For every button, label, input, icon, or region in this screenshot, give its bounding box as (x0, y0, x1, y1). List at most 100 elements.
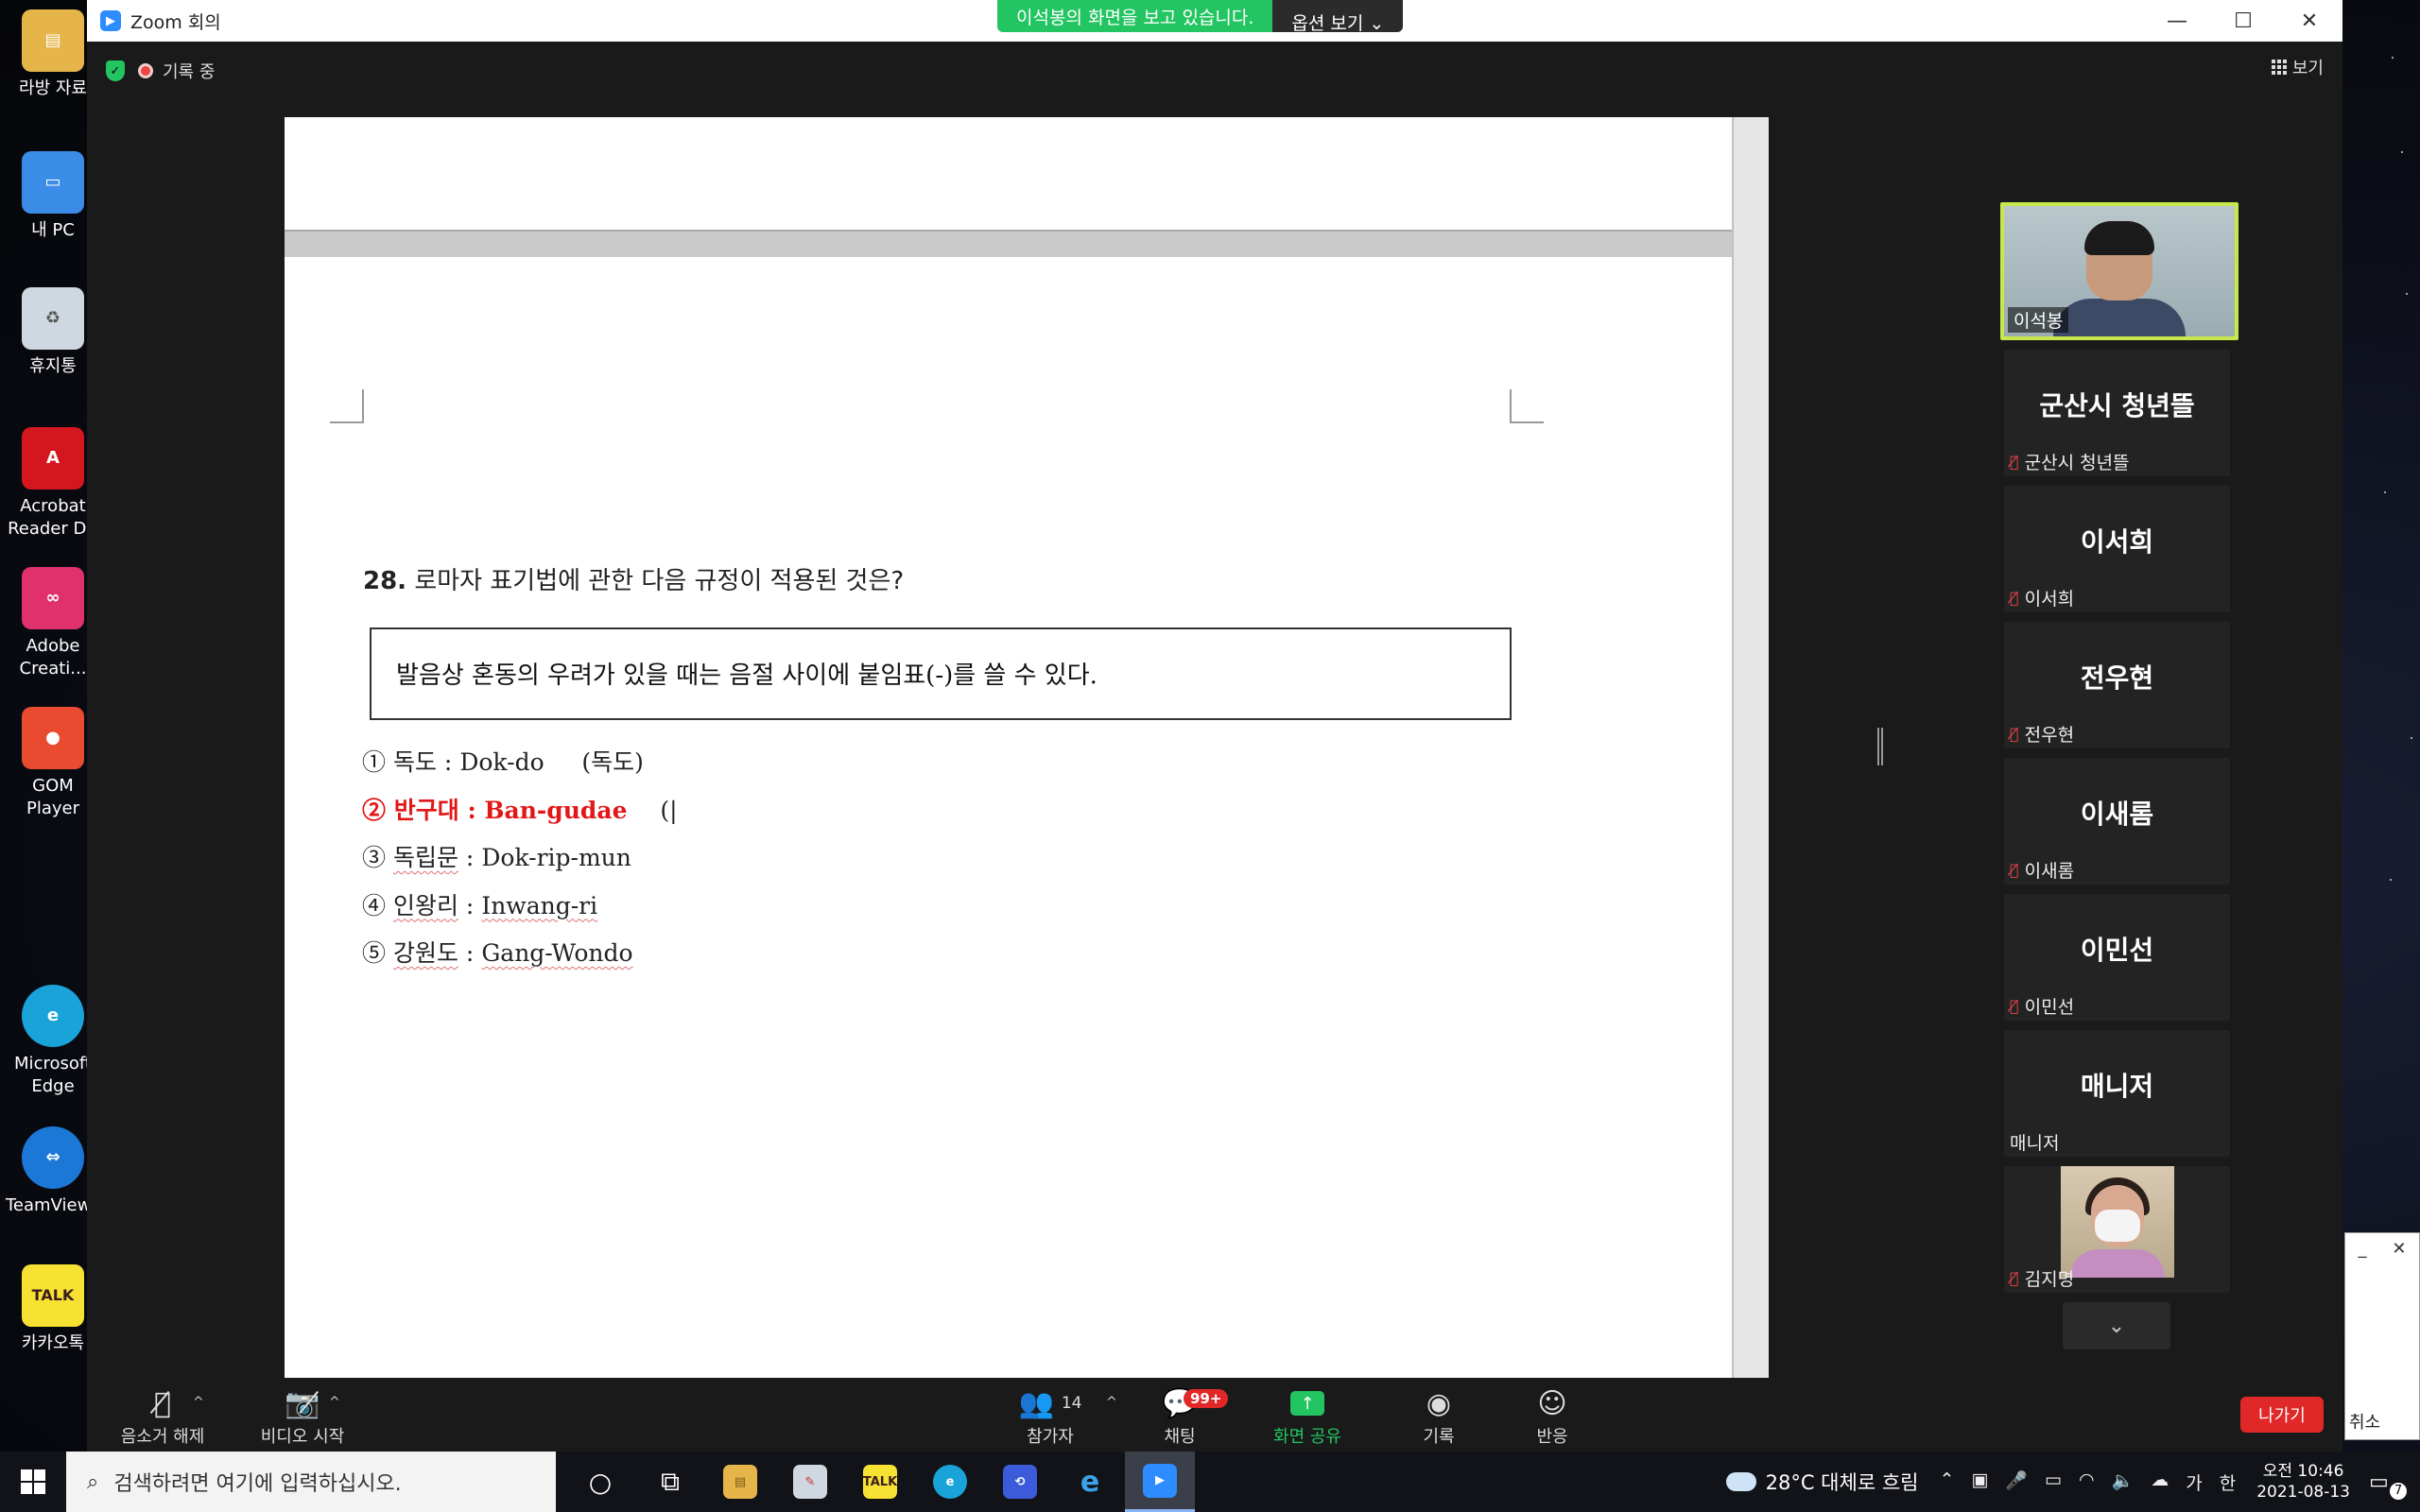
desktop-icon-edge[interactable]: e Microsoft Edge (6, 985, 100, 1098)
mic-muted-icon: 🎙̸ (2010, 453, 2019, 471)
desktop-icon-teamviewer[interactable]: ⇔ TeamViewer (6, 1126, 109, 1217)
zoom-logo-icon: ▶ (100, 10, 121, 31)
close-button[interactable]: ✕ (2276, 0, 2342, 42)
document-scrollbar[interactable] (1733, 117, 1769, 1378)
answer-option-2: ② 반구대 : Ban-gudae (| (362, 796, 678, 824)
video-options-caret[interactable]: ^ (329, 1395, 340, 1410)
security-shield-icon[interactable]: ✓ (106, 60, 125, 81)
creative-cloud-icon: ∞ (22, 567, 84, 629)
notification-center-button[interactable]: ▭ 7 (2369, 1469, 2411, 1500)
participant-tile[interactable]: 매니저 매니저 (2004, 1030, 2230, 1157)
teamviewer-icon: ⇔ (22, 1126, 84, 1189)
participants-options-caret[interactable]: ^ (1106, 1395, 1117, 1410)
record-icon: ◉ (1426, 1386, 1452, 1420)
wifi-icon[interactable]: ◠ (2079, 1469, 2095, 1495)
crop-mark (330, 389, 364, 423)
start-video-button[interactable]: 📷̸ 비디오 시작 (236, 1385, 369, 1448)
taskbar: ⌕ 검색하려면 여기에 입력하십시오. ○ ⧉ ▤ ✎ TALK e ⟲ e ▶… (0, 1452, 2420, 1512)
desktop-icon-creative-cloud[interactable]: ∞ Adobe Creati... (6, 567, 100, 680)
search-icon: ⌕ (87, 1469, 99, 1494)
panel-splitter-handle[interactable] (1877, 728, 1883, 765)
document-page-previous (285, 117, 1732, 232)
battery-icon[interactable]: ▭ (2045, 1469, 2062, 1495)
desktop-icon-folder[interactable]: ▤ 라방 자료 (6, 9, 100, 100)
share-screen-button[interactable]: ↑ 화면 공유 (1255, 1385, 1359, 1448)
taskbar-power-automate[interactable]: ⟲ (985, 1452, 1055, 1512)
power-automate-icon: ⟲ (1003, 1465, 1037, 1499)
chevron-up-icon[interactable]: ⌃ (1939, 1469, 1954, 1495)
participant-video (2061, 1166, 2174, 1278)
screen-share-banner: 이석봉의 화면을 보고 있습니다. 옵션 보기 ⌄ (997, 0, 1404, 32)
taskbar-file-explorer[interactable]: ▤ (705, 1452, 775, 1512)
taskbar-clock[interactable]: 오전 10:46 2021-08-13 (2256, 1461, 2350, 1503)
cloud-sync-icon[interactable]: ☁ (2151, 1469, 2169, 1495)
audio-options-caret[interactable]: ^ (193, 1395, 204, 1410)
reactions-button[interactable]: ☺ 반응 (1505, 1385, 1599, 1448)
mic-muted-icon: 🎙̸ (2010, 589, 2019, 607)
participant-name: 이석봉 (2008, 307, 2069, 333)
internet-explorer-icon: e (1080, 1465, 1100, 1499)
rule-box: 발음상 혼동의 우려가 있을 때는 음절 사이에 붙임표(-)를 쓸 수 있다. (370, 627, 1512, 720)
microphone-icon[interactable]: 🎤 (2005, 1469, 2028, 1495)
minimize-button[interactable]: _ (2358, 1239, 2366, 1259)
chat-button[interactable]: 💬 99+ 채팅 (1132, 1385, 1229, 1448)
taskbar-search[interactable]: ⌕ 검색하려면 여기에 입력하십시오. (66, 1452, 556, 1512)
document-page: 28. 로마자 표기법에 관한 다음 규정이 적용된 것은? 발음상 혼동의 우… (285, 257, 1732, 1378)
next-page-button[interactable]: ⌄ (2063, 1302, 2170, 1349)
maximize-button[interactable]: ☐ (2210, 0, 2276, 42)
participant-tile[interactable]: 군산시 청년뜰 🎙̸ 군산시 청년뜰 (2004, 350, 2230, 476)
gom-player-icon: ● (22, 707, 84, 769)
shared-screen: 28. 로마자 표기법에 관한 다음 규정이 적용된 것은? 발음상 혼동의 우… (285, 117, 1769, 1378)
participant-tile[interactable]: 이서희 🎙̸ 이서희 (2004, 486, 2230, 612)
taskbar-edge[interactable]: e (915, 1452, 985, 1512)
recording-indicator[interactable]: 기록 중 (138, 59, 215, 83)
participants-button[interactable]: 👥 14 참가자 (998, 1385, 1102, 1448)
answer-option-3: ③ 독립문 : Dok-rip-mun (362, 844, 631, 871)
notification-icon: ▭ (2369, 1469, 2389, 1494)
participant-gallery: 이석봉 군산시 청년뜰 🎙̸ 군산시 청년뜰 이서희 🎙̸ 이서희 전우현 🎙̸ 전우… (2000, 202, 2238, 1349)
window-title: Zoom 회의 (130, 11, 221, 33)
task-view-button[interactable]: ⧉ (635, 1452, 705, 1512)
mic-muted-icon: 🎙̸ (2010, 725, 2019, 743)
close-button[interactable]: ✕ (2392, 1239, 2406, 1259)
desktop-icon-kakaotalk[interactable]: TALK 카카오톡 (6, 1264, 100, 1355)
participant-video-host[interactable]: 이석봉 (2000, 202, 2238, 340)
taskbar-zoom[interactable]: ▶ (1125, 1452, 1195, 1512)
camera-icon[interactable]: ▣ (1971, 1469, 1988, 1495)
start-button[interactable] (0, 1452, 66, 1512)
ime-lang[interactable]: 가 (2186, 1469, 2202, 1495)
taskbar-internet-explorer[interactable]: e (1055, 1452, 1125, 1512)
desktop-icon-recycle-bin[interactable]: ♻ 휴지통 (6, 287, 100, 378)
window-controls: — ☐ ✕ (2144, 0, 2342, 42)
weather-widget[interactable]: 28°C 대체로 흐림 (1725, 1468, 1918, 1496)
cloud-icon (1725, 1472, 1756, 1491)
desktop-icon-acrobat[interactable]: A Acrobat Reader DC (6, 427, 100, 541)
tray-icons: ⌃ ▣ 🎤 ▭ ◠ 🔈 ☁ 가 한 (1939, 1469, 2236, 1495)
desktop-icon-gom-player[interactable]: ● GOM Player (6, 707, 100, 820)
cancel-button[interactable]: 취소 (2349, 1409, 2380, 1434)
leave-button[interactable]: 나가기 (2240, 1397, 2324, 1433)
cortana-button[interactable]: ○ (565, 1452, 635, 1512)
record-button[interactable]: ◉ 기록 (1392, 1385, 1486, 1448)
participant-tile[interactable]: 이새롬 🎙̸ 이새롬 (2004, 758, 2230, 885)
desktop-icon-my-pc[interactable]: ▭ 내 PC (6, 151, 100, 242)
meeting-status: ✓ 기록 중 (106, 59, 215, 83)
mic-muted-icon: 🎙̸ (2010, 1269, 2019, 1287)
taskbar-paint[interactable]: ✎ (775, 1452, 845, 1512)
participant-video-tile[interactable]: 🎙̸ 김지명 (2004, 1166, 2230, 1293)
taskbar-apps: ○ ⧉ ▤ ✎ TALK e ⟲ e ▶ (565, 1452, 1195, 1512)
minimize-button[interactable]: — (2144, 0, 2210, 42)
view-button[interactable]: 보기 (2271, 55, 2324, 79)
grid-view-icon (2271, 60, 2287, 75)
volume-muted-icon[interactable]: 🔈 (2112, 1469, 2135, 1495)
ime-mode[interactable]: 한 (2220, 1469, 2236, 1495)
participant-tile[interactable]: 전우현 🎙̸ 전우현 (2004, 622, 2230, 748)
participant-tile[interactable]: 이민선 🎙̸ 이민선 (2004, 894, 2230, 1021)
windows-logo-icon (21, 1469, 45, 1494)
taskbar-kakaotalk[interactable]: TALK (845, 1452, 915, 1512)
view-options-button[interactable]: 옵션 보기 ⌄ (1272, 0, 1404, 32)
mini-popup-window: _ ✕ 취소 (2344, 1232, 2420, 1440)
share-banner-message: 이석봉의 화면을 보고 있습니다. (997, 0, 1273, 32)
answer-options: ① 독도 : Dok-do (독도) ② 반구대 : Ban-gudae (| … (362, 739, 678, 978)
answer-option-1: ① 독도 : Dok-do (독도) (362, 748, 644, 776)
